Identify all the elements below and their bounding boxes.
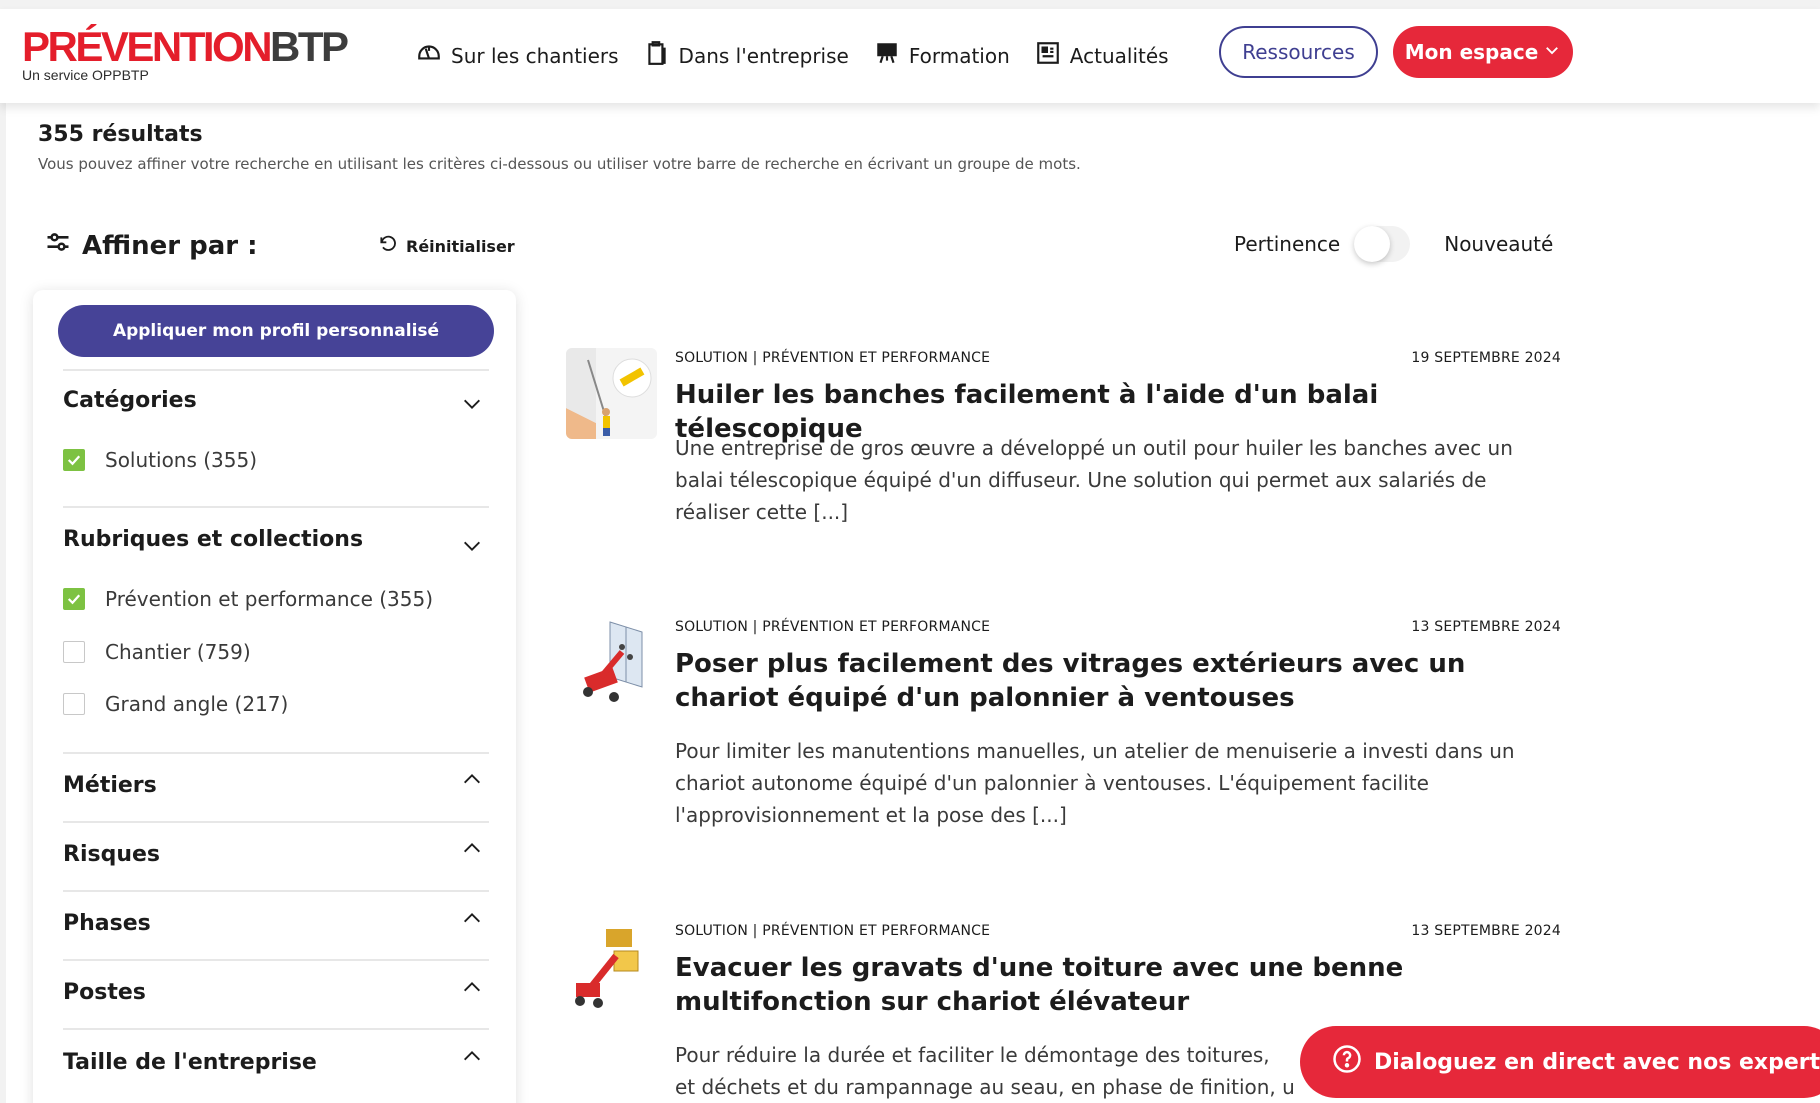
- sort-toggle[interactable]: [1354, 226, 1411, 262]
- article-description: Pour limiter les manutentions manuelles,…: [675, 739, 1515, 827]
- divider: [63, 1028, 489, 1030]
- nav-actualites[interactable]: Actualités: [1035, 40, 1169, 71]
- filter-option-chantier[interactable]: Chantier (759): [63, 640, 251, 664]
- article-date: 13 SEPTEMBRE 2024: [1411, 923, 1561, 939]
- reset-label: Réinitialiser: [406, 236, 515, 256]
- divider: [63, 506, 489, 508]
- article-title[interactable]: Evacuer les gravats d'une toiture avec u…: [675, 951, 1555, 1019]
- article-meta: SOLUTION | PRÉVENTION ET PERFORMANCE 19 …: [675, 350, 1561, 366]
- divider: [63, 890, 489, 892]
- chevron-up-icon[interactable]: [461, 907, 483, 929]
- chevron-up-icon[interactable]: [461, 1045, 483, 1067]
- divider: [63, 369, 489, 371]
- filter-option-label: Solutions (355): [105, 448, 258, 472]
- sort-nouveaute-label[interactable]: Nouveauté: [1444, 232, 1553, 256]
- filter-option-prevention-performance[interactable]: Prévention et performance (355): [63, 587, 433, 611]
- section-title-categories[interactable]: Catégories: [63, 388, 197, 413]
- result-card[interactable]: SOLUTION | PRÉVENTION ET PERFORMANCE 13 …: [566, 617, 1562, 832]
- chat-label: Dialoguez en direct avec nos experts: [1374, 1049, 1820, 1075]
- chevron-up-icon[interactable]: [461, 768, 483, 790]
- section-title-risques[interactable]: Risques: [63, 842, 160, 867]
- article-category[interactable]: SOLUTION | PRÉVENTION ET PERFORMANCE: [675, 350, 990, 366]
- sort-toggle-group: Pertinence Nouveauté: [1234, 226, 1553, 262]
- presentation-board-icon: [874, 40, 900, 71]
- article-category[interactable]: SOLUTION | PRÉVENTION ET PERFORMANCE: [675, 923, 990, 939]
- article-thumbnail-telehandler-bin[interactable]: [566, 921, 657, 1012]
- section-title-rubriques[interactable]: Rubriques et collections: [63, 527, 363, 552]
- mon-espace-button[interactable]: Mon espace: [1393, 26, 1573, 78]
- article-category[interactable]: SOLUTION | PRÉVENTION ET PERFORMANCE: [675, 619, 990, 635]
- sliders-icon: [44, 228, 72, 263]
- site-header: PRÉVENTIONBTP Un service OPPBTP Sur les …: [0, 9, 1820, 103]
- article-date: 13 SEPTEMBRE 2024: [1411, 619, 1561, 635]
- chevron-up-icon[interactable]: [461, 837, 483, 859]
- main-nav: Sur les chantiers Dans l'entreprise Form…: [416, 40, 1169, 71]
- article-meta: SOLUTION | PRÉVENTION ET PERFORMANCE 13 …: [675, 923, 1561, 939]
- results-count: 355 résultats: [38, 122, 203, 147]
- divider: [63, 959, 489, 961]
- results-help-text: Vous pouvez affiner votre recherche en u…: [38, 155, 1081, 173]
- sort-pertinence-label[interactable]: Pertinence: [1234, 232, 1340, 256]
- filter-option-label: Chantier (759): [105, 640, 251, 664]
- article-date: 19 SEPTEMBRE 2024: [1411, 350, 1561, 366]
- nav-dans-l-entreprise[interactable]: Dans l'entreprise: [644, 40, 849, 71]
- chevron-down-icon[interactable]: [461, 535, 483, 557]
- filter-title: Affiner par :: [82, 230, 258, 261]
- article-meta: SOLUTION | PRÉVENTION ET PERFORMANCE 13 …: [675, 619, 1561, 635]
- chevron-down-icon[interactable]: [461, 393, 483, 415]
- apply-profile-button[interactable]: Appliquer mon profil personnalisé: [58, 305, 494, 357]
- logo-wordmark: PRÉVENTIONBTP: [22, 26, 349, 68]
- filter-option-label: Grand angle (217): [105, 692, 289, 716]
- mon-espace-label: Mon espace: [1404, 40, 1539, 64]
- logo-brand-dark: BTP: [270, 23, 349, 70]
- nav-label: Dans l'entreprise: [678, 43, 849, 68]
- section-title-phases[interactable]: Phases: [63, 911, 151, 936]
- nav-formation[interactable]: Formation: [874, 40, 1010, 71]
- nav-label: Formation: [908, 43, 1010, 68]
- site-logo[interactable]: PRÉVENTIONBTP Un service OPPBTP: [22, 26, 349, 84]
- result-card[interactable]: SOLUTION | PRÉVENTION ET PERFORMANCE 19 …: [566, 348, 1562, 538]
- section-title-taille-entreprise[interactable]: Taille de l'entreprise: [63, 1050, 317, 1075]
- checkbox-checked[interactable]: [63, 449, 85, 471]
- filter-option-label: Prévention et performance (355): [105, 587, 434, 611]
- article-thumbnail-glazing-lifter[interactable]: [566, 617, 657, 708]
- section-title-metiers[interactable]: Métiers: [63, 773, 157, 798]
- section-title-postes[interactable]: Postes: [63, 980, 146, 1005]
- helmet-icon: [416, 40, 442, 71]
- divider: [63, 752, 489, 754]
- question-circle-icon: [1332, 1044, 1362, 1080]
- divider: [63, 821, 489, 823]
- clipboard-icon: [644, 40, 670, 71]
- toggle-knob: [1354, 226, 1391, 262]
- article-thumbnail-telescopic-broom[interactable]: [566, 348, 657, 439]
- nav-label: Actualités: [1069, 43, 1169, 68]
- refresh-icon: [378, 234, 398, 258]
- ressources-button[interactable]: Ressources: [1219, 26, 1378, 78]
- logo-brand-red: PRÉVENTION: [22, 23, 273, 70]
- chevron-up-icon[interactable]: [461, 976, 483, 998]
- filter-option-solutions[interactable]: Solutions (355): [63, 448, 257, 472]
- checkbox-unchecked[interactable]: [63, 693, 85, 715]
- checkbox-unchecked[interactable]: [63, 641, 85, 663]
- nav-sur-les-chantiers[interactable]: Sur les chantiers: [416, 40, 619, 71]
- chevron-down-icon: [1543, 40, 1561, 64]
- reset-filters-button[interactable]: Réinitialiser: [378, 234, 515, 258]
- article-title[interactable]: Poser plus facilement des vitrages extér…: [675, 647, 1555, 715]
- live-chat-button[interactable]: Dialoguez en direct avec nos experts: [1300, 1026, 1820, 1098]
- checkbox-checked[interactable]: [63, 588, 85, 610]
- filter-option-grand-angle[interactable]: Grand angle (217): [63, 692, 288, 716]
- article-description: Une entreprise de gros œuvre a développé…: [675, 436, 1513, 524]
- nav-label: Sur les chantiers: [451, 43, 619, 68]
- filter-sidebar: Appliquer mon profil personnalisé Catégo…: [33, 290, 516, 1103]
- filter-heading: Affiner par :: [44, 228, 258, 263]
- newspaper-icon: [1035, 40, 1061, 71]
